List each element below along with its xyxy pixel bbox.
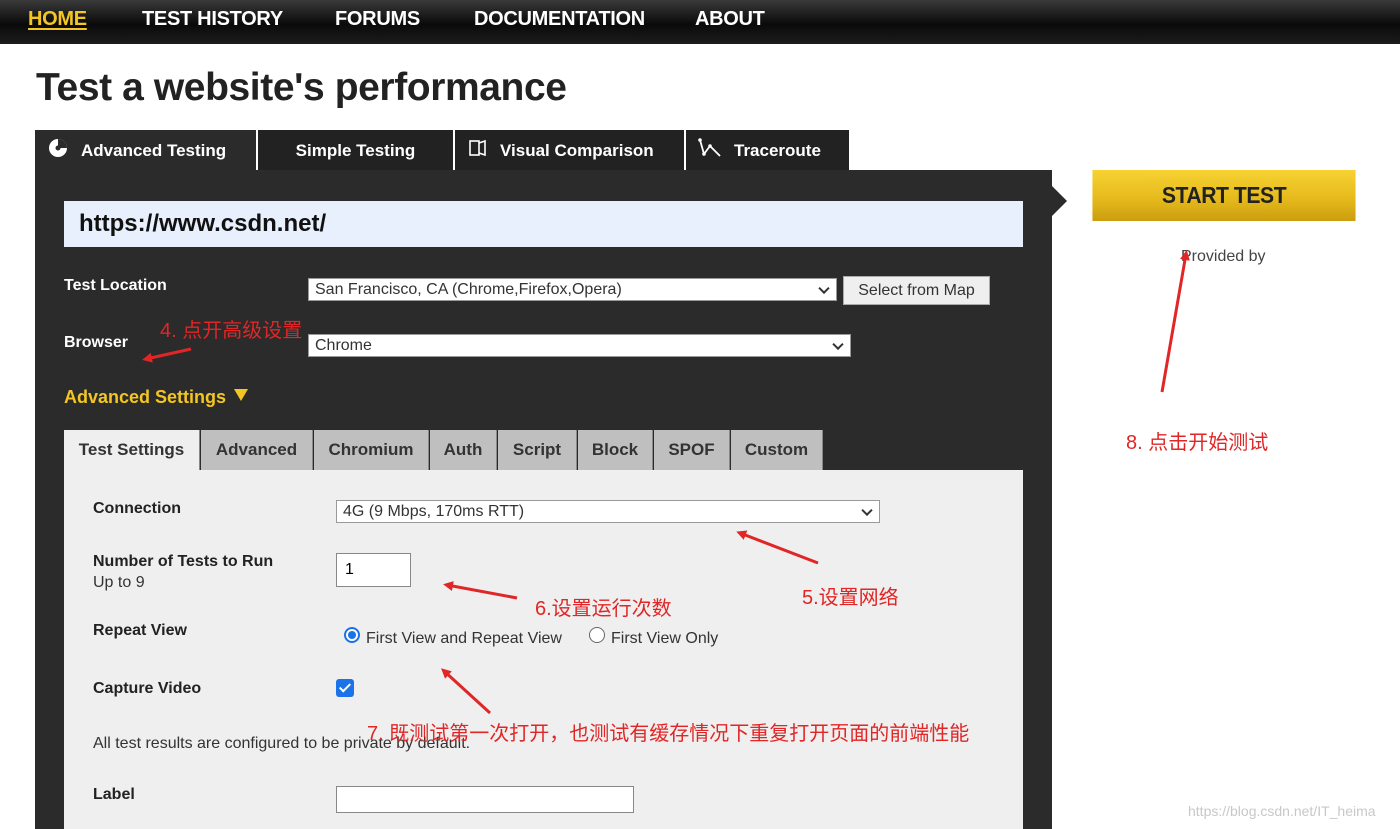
watermark: https://blog.csdn.net/IT_heima: [1188, 803, 1376, 819]
annotation-arrows: [142, 250, 1190, 715]
arrow-step7: [441, 668, 492, 715]
annotation-step8: 8. 点击开始测试: [1126, 432, 1269, 454]
annotation-step4: 4. 点开高级设置: [160, 320, 303, 342]
page: HOME TEST HISTORY FORUMS DOCUMENTATION A…: [0, 0, 1400, 829]
arrow-step8: [1160, 250, 1190, 393]
arrow-step6: [443, 581, 518, 600]
arrow-step4: [142, 347, 192, 363]
arrow-step5: [736, 530, 819, 565]
annotation-step5: 5.设置网络: [802, 587, 899, 609]
annotation-step7: 7. 既测试第一次打开，也测试有缓存情况下重复打开页面的前端性能: [367, 723, 970, 745]
annotation-step6: 6.设置运行次数: [535, 598, 672, 620]
